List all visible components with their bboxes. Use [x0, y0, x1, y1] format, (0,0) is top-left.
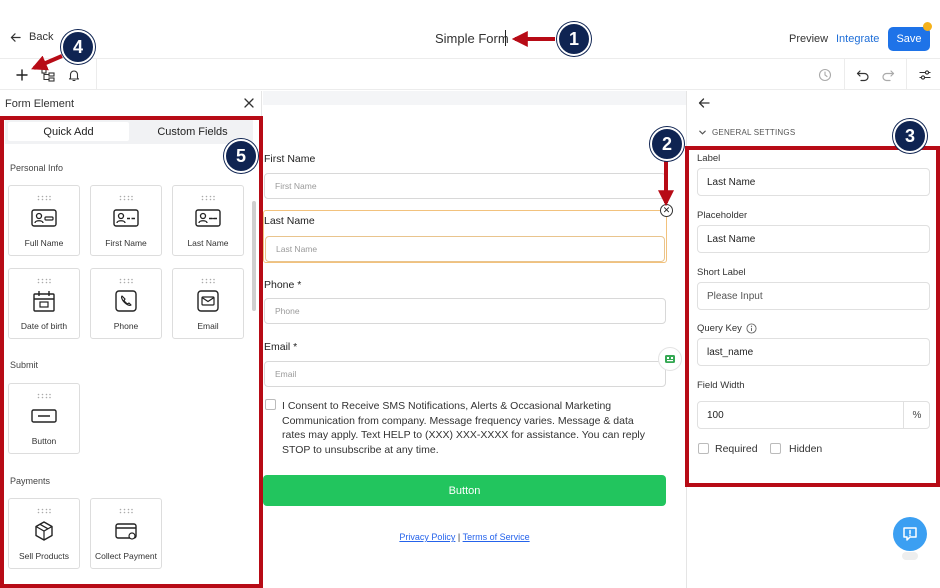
annotation-badge-4: 4: [61, 30, 95, 64]
annotation-badge-2: 2: [650, 127, 684, 161]
annotation-arrows: [31, 31, 674, 207]
annotation-badge-3: 3: [893, 119, 927, 153]
annotation-arrow-4: [31, 54, 63, 71]
annotation-badge-1: 1: [557, 22, 591, 56]
annotation-badge-5: 5: [224, 139, 258, 173]
